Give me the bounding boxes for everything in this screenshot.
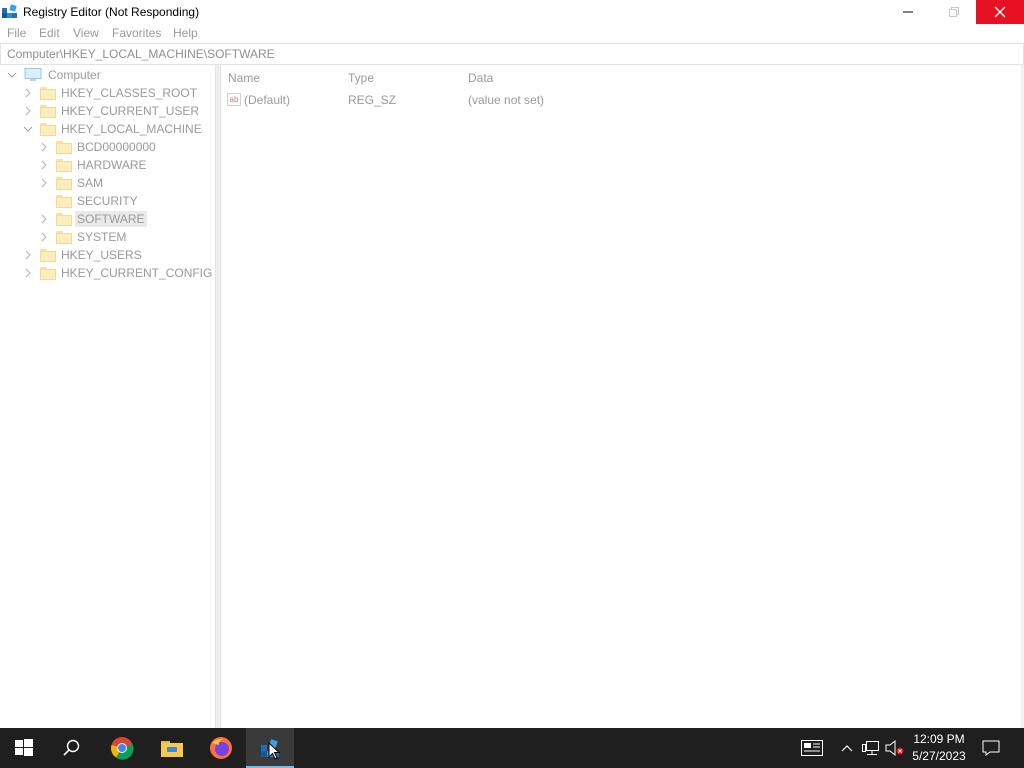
tree-node-hkey-classes-root[interactable]: HKEY_CLASSES_ROOT bbox=[22, 84, 199, 102]
folder-icon bbox=[56, 212, 72, 226]
news-icon bbox=[801, 740, 823, 756]
chevron-down-icon[interactable] bbox=[6, 69, 18, 81]
value-type: REG_SZ bbox=[348, 93, 397, 107]
menu-edit[interactable]: Edit bbox=[39, 26, 60, 40]
network-button[interactable] bbox=[861, 738, 881, 758]
chrome-taskbar-button[interactable] bbox=[98, 728, 146, 768]
news-widget-button[interactable] bbox=[800, 738, 824, 758]
file-explorer-taskbar-button[interactable] bbox=[148, 728, 196, 768]
mouse-cursor-icon bbox=[268, 742, 280, 760]
address-bar[interactable]: Computer\HKEY_LOCAL_MACHINE\SOFTWARE bbox=[0, 43, 1024, 65]
show-hidden-icons-button[interactable] bbox=[837, 738, 857, 758]
folder-icon bbox=[56, 230, 72, 244]
tree-node-hkey-current-config[interactable]: HKEY_CURRENT_CONFIG bbox=[22, 264, 214, 282]
taskbar: 12:09 PM 5/27/2023 bbox=[0, 728, 1024, 768]
chevron-down-icon[interactable] bbox=[22, 123, 34, 135]
menu-help[interactable]: Help bbox=[173, 26, 198, 40]
chevron-right-icon[interactable] bbox=[22, 267, 34, 279]
file-explorer-icon bbox=[161, 741, 183, 757]
clock-date[interactable]: 5/27/2023 bbox=[906, 749, 972, 763]
value-name: (Default) bbox=[244, 93, 291, 107]
restore-icon bbox=[949, 7, 959, 17]
tree-label: HKEY_CURRENT_USER bbox=[61, 104, 200, 118]
volume-button[interactable] bbox=[885, 738, 905, 758]
folder-icon bbox=[40, 248, 56, 262]
menu-file[interactable]: File bbox=[7, 26, 26, 40]
folder-icon bbox=[56, 176, 72, 190]
title-bar: Registry Editor (Not Responding) bbox=[0, 0, 1024, 24]
tree-label: HKEY_CLASSES_ROOT bbox=[61, 86, 198, 100]
column-header-data[interactable]: Data bbox=[468, 71, 493, 85]
close-icon bbox=[994, 6, 1006, 18]
folder-icon bbox=[40, 86, 56, 100]
clock-time[interactable]: 12:09 PM bbox=[906, 732, 972, 746]
chevron-right-icon[interactable] bbox=[22, 105, 34, 117]
tree-node-security[interactable]: SECURITY bbox=[38, 192, 140, 210]
tree-node-software[interactable]: SOFTWARE bbox=[38, 210, 147, 228]
start-button[interactable] bbox=[0, 728, 48, 768]
chevron-right-icon[interactable] bbox=[38, 177, 50, 189]
chevron-right-icon[interactable] bbox=[38, 231, 50, 243]
search-icon bbox=[63, 739, 80, 756]
column-header-name[interactable]: Name bbox=[228, 71, 260, 85]
tree-label-selected: SOFTWARE bbox=[75, 211, 147, 227]
firefox-taskbar-button[interactable] bbox=[197, 728, 245, 768]
folder-icon bbox=[40, 104, 56, 118]
tree-label: HKEY_USERS bbox=[61, 248, 142, 262]
address-path: Computer\HKEY_LOCAL_MACHINE\SOFTWARE bbox=[7, 47, 275, 61]
key-tree-pane[interactable]: Computer HKEY_CLASSES_ROOT HKEY_CURRENT_… bbox=[0, 65, 216, 728]
close-button[interactable] bbox=[976, 0, 1024, 24]
tree-node-hardware[interactable]: HARDWARE bbox=[38, 156, 149, 174]
tree-label: SAM bbox=[77, 176, 104, 190]
values-list-pane[interactable]: Name Type Data ab (Default) REG_SZ (valu… bbox=[221, 65, 1021, 728]
menu-view[interactable]: View bbox=[73, 26, 99, 40]
tree-node-hkey-users[interactable]: HKEY_USERS bbox=[22, 246, 144, 264]
chevron-right-icon[interactable] bbox=[38, 159, 50, 171]
tree-label: SECURITY bbox=[77, 194, 138, 208]
tree-node-hkey-local-machine[interactable]: HKEY_LOCAL_MACHINE bbox=[22, 120, 204, 138]
minimize-icon bbox=[903, 11, 913, 13]
chevron-right-icon[interactable] bbox=[22, 87, 34, 99]
action-center-button[interactable] bbox=[981, 738, 1001, 758]
network-icon bbox=[862, 741, 879, 755]
string-value-icon: ab bbox=[227, 93, 241, 106]
minimize-button[interactable] bbox=[885, 0, 931, 24]
folder-icon bbox=[40, 266, 56, 280]
folder-icon bbox=[56, 140, 72, 154]
folder-icon bbox=[56, 194, 72, 208]
tree-label: HKEY_LOCAL_MACHINE bbox=[61, 122, 202, 136]
start-icon bbox=[15, 739, 33, 756]
tree-node-system[interactable]: SYSTEM bbox=[38, 228, 128, 246]
chevron-right-icon[interactable] bbox=[22, 249, 34, 261]
window-title: Registry Editor (Not Responding) bbox=[23, 5, 200, 19]
menu-favorites[interactable]: Favorites bbox=[112, 26, 161, 40]
tree-node-computer[interactable]: Computer bbox=[6, 66, 103, 84]
volume-muted-icon bbox=[885, 740, 904, 756]
notification-icon bbox=[982, 740, 1000, 756]
tree-label: SYSTEM bbox=[77, 230, 127, 244]
tree-node-bcd00000000[interactable]: BCD00000000 bbox=[38, 138, 158, 156]
chevron-right-icon[interactable] bbox=[38, 213, 50, 225]
column-header-type[interactable]: Type bbox=[348, 71, 374, 85]
folder-icon bbox=[56, 158, 72, 172]
menu-bar: File Edit View Favorites Help bbox=[0, 24, 1024, 42]
restore-button[interactable] bbox=[931, 0, 977, 24]
chrome-icon bbox=[110, 737, 134, 760]
tree-label-computer: Computer bbox=[48, 68, 101, 82]
chevron-right-icon[interactable] bbox=[38, 141, 50, 153]
value-data: (value not set) bbox=[468, 93, 545, 107]
computer-icon bbox=[24, 68, 42, 82]
tree-label: HKEY_CURRENT_CONFIG bbox=[61, 266, 213, 280]
tree-node-sam[interactable]: SAM bbox=[38, 174, 105, 192]
tree-label: HARDWARE bbox=[77, 158, 147, 172]
tree-label: BCD00000000 bbox=[77, 140, 156, 154]
tree-node-hkey-current-user[interactable]: HKEY_CURRENT_USER bbox=[22, 102, 201, 120]
firefox-icon bbox=[210, 737, 232, 759]
regedit-app-icon bbox=[2, 4, 18, 20]
search-button[interactable] bbox=[48, 728, 96, 768]
folder-icon bbox=[40, 122, 56, 136]
chevron-up-icon bbox=[841, 745, 853, 752]
regedit-taskbar-button[interactable] bbox=[246, 728, 294, 768]
